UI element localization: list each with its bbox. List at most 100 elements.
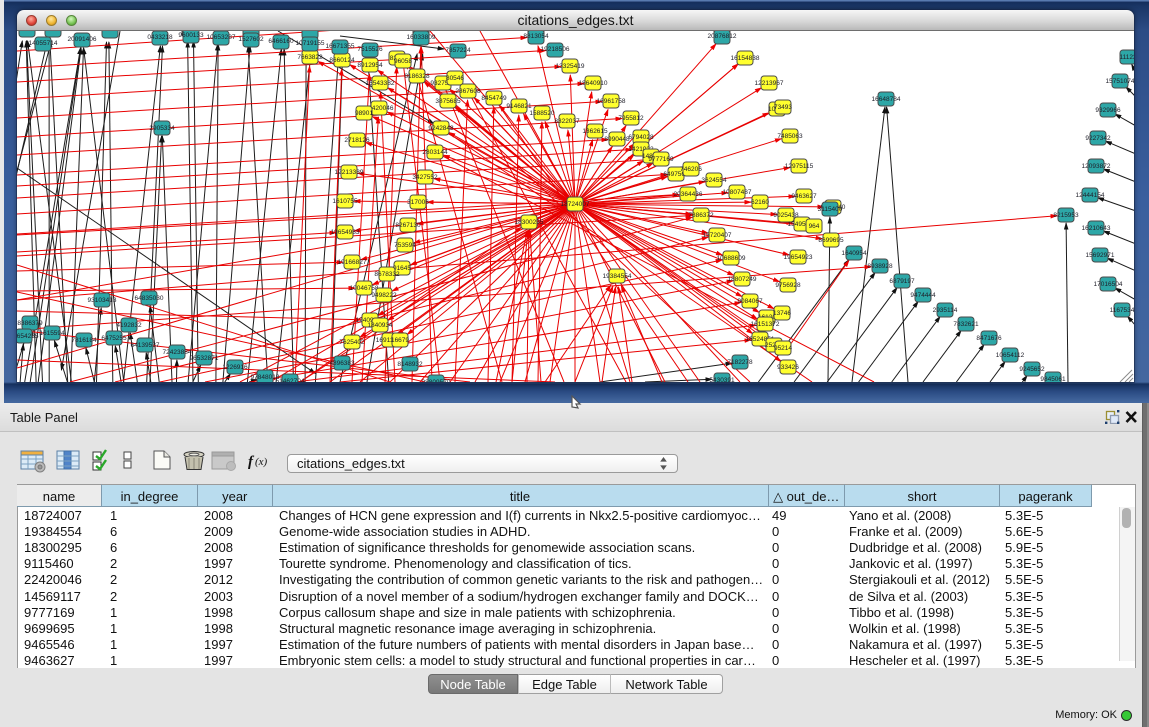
svg-text:20364436: 20364436	[674, 191, 703, 198]
svg-text:1640954: 1640954	[841, 250, 867, 257]
svg-text:73493: 73493	[774, 104, 792, 111]
svg-text:7182278: 7182278	[727, 359, 753, 366]
svg-text:7886372: 7886372	[688, 212, 714, 219]
svg-text:317006: 317006	[407, 199, 429, 206]
svg-text:8267130: 8267130	[395, 222, 421, 229]
svg-text:7832621: 7832621	[953, 321, 979, 328]
svg-text:9756928: 9756928	[775, 282, 801, 289]
svg-text:6466160: 6466160	[268, 38, 294, 45]
svg-text:16154838: 16154838	[731, 55, 760, 62]
svg-text:6794028: 6794028	[628, 134, 654, 141]
svg-text:(x): (x)	[255, 456, 268, 468]
svg-text:16671355: 16671355	[326, 43, 355, 50]
svg-text:10807487: 10807487	[723, 189, 752, 196]
svg-text:13746: 13746	[773, 310, 791, 317]
svg-text:02654235: 02654235	[17, 333, 39, 340]
svg-text:7857224: 7857224	[445, 47, 471, 54]
svg-text:9084067: 9084067	[737, 298, 763, 305]
svg-text:7515526: 7515526	[357, 46, 383, 53]
svg-text:16151372: 16151372	[751, 321, 780, 328]
svg-text:12975115: 12975115	[785, 163, 814, 170]
svg-text:1362615: 1362615	[582, 128, 608, 135]
svg-text:80546: 80546	[446, 75, 464, 82]
svg-text:18724007: 18724007	[561, 201, 590, 208]
svg-text:11123: 11123	[1119, 54, 1134, 61]
svg-text:746206: 746206	[680, 166, 702, 173]
svg-text:17016504: 17016504	[1094, 281, 1123, 288]
svg-text:9600133: 9600133	[178, 32, 204, 39]
svg-text:933426: 933426	[777, 364, 799, 371]
svg-text:12213967: 12213967	[755, 80, 784, 87]
svg-text:20876812: 20876812	[708, 33, 737, 40]
svg-text:19384554: 19384554	[603, 273, 632, 280]
svg-text:10046758: 10046758	[350, 285, 379, 292]
svg-text:18300295: 18300295	[515, 219, 544, 226]
svg-text:10653287: 10653287	[207, 34, 236, 41]
svg-text:9845061: 9845061	[1040, 376, 1066, 382]
svg-text:95214: 95214	[774, 345, 792, 352]
svg-text:93103413: 93103413	[88, 297, 117, 304]
svg-text:8386379: 8386379	[17, 320, 43, 327]
svg-text:18640910: 18640910	[579, 80, 608, 87]
svg-text:10654112: 10654112	[996, 352, 1025, 359]
svg-text:8699695: 8699695	[818, 237, 844, 244]
svg-text:2905334: 2905334	[149, 125, 175, 132]
svg-text:1615594: 1615594	[39, 330, 65, 337]
svg-text:8938928: 8938928	[867, 263, 893, 270]
svg-text:18807249: 18807249	[728, 276, 757, 283]
svg-text:8471676: 8471676	[976, 335, 1002, 342]
svg-text:8678332: 8678332	[374, 271, 400, 278]
svg-text:964: 964	[809, 223, 820, 230]
svg-text:96058: 96058	[394, 58, 412, 65]
svg-text:7485063: 7485063	[777, 133, 803, 140]
svg-text:96532871: 96532871	[190, 355, 219, 362]
svg-text:2803144: 2803144	[422, 149, 448, 156]
svg-text:64835030: 64835030	[135, 295, 164, 302]
svg-text:14055714: 14055714	[29, 40, 58, 47]
svg-text:4192832: 4192832	[116, 322, 142, 329]
svg-text:7816184: 7816184	[71, 337, 97, 344]
svg-text:7955812: 7955812	[618, 115, 644, 122]
svg-text:10688609: 10688609	[717, 255, 746, 262]
svg-text:12093872: 12093872	[1082, 163, 1111, 170]
svg-text:9242848: 9242848	[428, 125, 454, 132]
svg-text:9245652: 9245652	[1019, 366, 1045, 373]
svg-text:6475255: 6475255	[101, 335, 127, 342]
svg-text:2718126: 2718126	[344, 137, 370, 144]
svg-text:9777169: 9777169	[648, 156, 674, 163]
svg-text:5430391: 5430391	[709, 377, 735, 382]
svg-text:3115400: 3115400	[818, 206, 843, 213]
svg-text:0433218: 0433218	[147, 34, 173, 41]
svg-text:1167534: 1167534	[1110, 307, 1134, 314]
svg-text:16543382: 16543382	[366, 80, 395, 87]
svg-text:9329966: 9329966	[1095, 107, 1121, 114]
svg-text:8813054: 8813054	[523, 33, 549, 40]
svg-text:10719155: 10719155	[296, 40, 325, 47]
svg-text:1840934: 1840934	[367, 322, 393, 329]
svg-text:1588520: 1588520	[529, 110, 555, 117]
svg-text:16679: 16679	[391, 337, 409, 344]
svg-text:8912954: 8912954	[357, 62, 383, 69]
svg-text:12213389: 12213389	[335, 169, 364, 176]
svg-text:f: f	[248, 454, 255, 470]
svg-text:1226916: 1226916	[222, 364, 248, 371]
svg-text:1527602: 1527602	[238, 36, 264, 43]
svg-text:8660124: 8660124	[329, 57, 355, 64]
svg-text:19218506: 19218506	[541, 46, 570, 53]
svg-text:753594: 753594	[394, 242, 416, 249]
svg-text:3427552: 3427552	[412, 174, 438, 181]
svg-text:8322037: 8322037	[554, 118, 580, 125]
svg-text:7625402: 7625402	[339, 339, 365, 346]
svg-text:16033809: 16033809	[407, 34, 436, 41]
svg-text:72423884: 72423884	[163, 349, 192, 356]
svg-text:64139537: 64139537	[131, 342, 160, 349]
svg-text:15692971: 15692971	[1086, 252, 1115, 259]
svg-text:3624554: 3624554	[701, 177, 727, 184]
svg-text:16648784: 16648784	[872, 96, 901, 103]
svg-text:8215953: 8215953	[1053, 212, 1079, 219]
svg-text:19654923: 19654923	[784, 254, 813, 261]
svg-text:7663822: 7663822	[297, 54, 323, 61]
svg-text:6879197: 6879197	[889, 278, 915, 285]
svg-text:16961758: 16961758	[597, 98, 626, 105]
svg-text:28809570: 28809570	[422, 379, 451, 382]
